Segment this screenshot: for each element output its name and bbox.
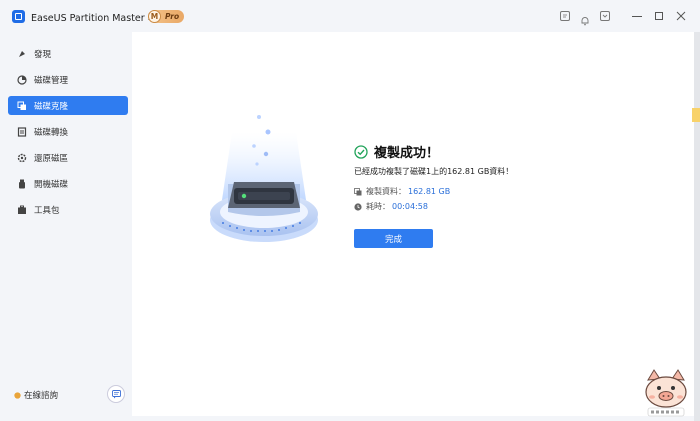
badge-text: Pro <box>165 12 180 21</box>
partition-recovery-icon <box>17 153 27 162</box>
close-icon[interactable] <box>674 9 688 23</box>
sidebar: 發現 磁碟管理 磁碟克隆 磁碟轉換 還原磁區 開機磁碟 工具包 <box>0 32 132 416</box>
sidebar-item-label: 磁碟管理 <box>34 75 69 86</box>
app-logo-icon <box>12 10 25 23</box>
disk-manager-icon <box>17 74 27 85</box>
clock-icon <box>354 202 362 211</box>
elapsed-time-value: 00:04:58 <box>392 202 428 211</box>
copied-data-label: 複製資料： <box>366 187 406 196</box>
chat-icon <box>111 389 121 398</box>
copied-data-value: 162.81 GB <box>408 187 451 196</box>
discover-icon <box>19 50 25 57</box>
copy-icon <box>354 187 362 195</box>
mascot-watermark-icon <box>645 369 687 417</box>
toolkit-icon <box>18 205 26 214</box>
sidebar-item-disk-manager[interactable]: 磁碟管理 <box>8 70 128 89</box>
disk-clone-illustration <box>210 115 318 242</box>
sidebar-item-toolkit[interactable]: 工具包 <box>8 200 128 219</box>
disk-clone-icon <box>17 101 26 110</box>
done-button[interactable]: 完成 <box>354 229 433 248</box>
disk-convert-icon <box>17 126 27 137</box>
sidebar-item-bootable-media[interactable]: 開機磁碟 <box>8 174 128 193</box>
main-panel: 複製成功！ 已經成功複製了磁碟1上的162.81 GB資料！ 複製資料： 162… <box>132 32 694 416</box>
copied-data-row: 複製資料： 162.81 GB <box>354 186 450 197</box>
success-message: 已經成功複製了磁碟1上的162.81 GB資料！ <box>354 167 514 176</box>
sidebar-item-label: 還原磁區 <box>34 153 69 164</box>
check-circle-icon <box>354 144 368 159</box>
success-title: 複製成功！ <box>374 146 440 161</box>
sidebar-item-label: 開機磁碟 <box>34 179 69 190</box>
sidebar-item-label: 磁碟轉換 <box>34 127 69 138</box>
elapsed-time-row: 耗時： 00:04:58 <box>354 201 428 212</box>
sidebar-item-label: 發現 <box>34 49 52 60</box>
title-bar: EaseUS Partition Master 專業版 M Pro <box>0 0 700 32</box>
elapsed-time-label: 耗時： <box>366 202 390 211</box>
badge-letter: M <box>148 10 161 23</box>
background-window-edge <box>694 32 700 421</box>
sidebar-item-discover[interactable]: 發現 <box>8 44 128 63</box>
sidebar-item-label: 工具包 <box>34 205 60 216</box>
maximize-icon[interactable] <box>652 9 666 23</box>
online-help-label: 在線諮詢 <box>24 391 59 401</box>
online-help-link[interactable]: 在線諮詢 <box>14 389 58 401</box>
bootable-media-icon <box>19 179 25 188</box>
menu-icon[interactable] <box>600 11 610 21</box>
feedback-icon[interactable] <box>560 11 570 21</box>
sidebar-item-disk-convert[interactable]: 磁碟轉換 <box>8 122 128 141</box>
chat-button[interactable] <box>107 385 125 403</box>
notification-bell-icon[interactable] <box>580 11 590 26</box>
success-header: 複製成功！ <box>354 142 439 161</box>
sidebar-item-partition-recovery[interactable]: 還原磁區 <box>8 148 128 167</box>
app-window: EaseUS Partition Master 專業版 M Pro 發現 磁碟管… <box>0 0 700 421</box>
minimize-icon[interactable] <box>630 9 644 23</box>
sidebar-item-label: 磁碟克隆 <box>34 101 69 112</box>
sidebar-item-disk-clone[interactable]: 磁碟克隆 <box>8 96 128 115</box>
help-icon <box>14 391 21 399</box>
pro-badge[interactable]: M Pro <box>148 10 184 23</box>
background-window-accent <box>692 108 700 122</box>
